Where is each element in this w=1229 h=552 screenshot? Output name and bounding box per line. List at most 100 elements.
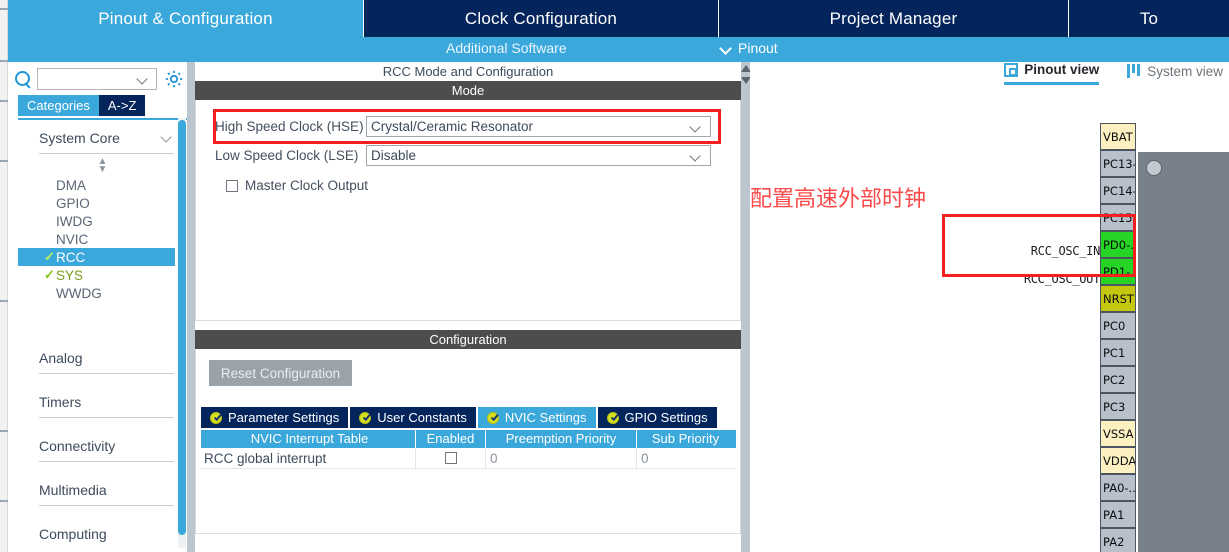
tab-parameter-settings[interactable]: Parameter Settings bbox=[201, 407, 351, 428]
sidebar-item-label: GPIO bbox=[56, 195, 90, 211]
group-computing[interactable]: Computing bbox=[39, 526, 174, 548]
tab-label: Pinout & Configuration bbox=[98, 8, 273, 28]
master-clock-output-row[interactable]: Master Clock Output bbox=[226, 178, 368, 193]
hse-label: High Speed Clock (HSE) bbox=[215, 119, 364, 134]
cell-preemption-priority[interactable]: 0 bbox=[486, 448, 637, 468]
pin-vdda[interactable]: VDDA bbox=[1100, 447, 1136, 474]
reset-configuration-button[interactable]: Reset Configuration bbox=[209, 360, 352, 386]
lse-label: Low Speed Clock (LSE) bbox=[215, 148, 359, 163]
pinout-dropdown[interactable]: Pinout bbox=[720, 40, 778, 56]
group-connectivity[interactable]: Connectivity bbox=[39, 438, 174, 462]
master-clock-output-checkbox[interactable] bbox=[226, 179, 238, 192]
pin-pc1[interactable]: PC1 bbox=[1100, 339, 1136, 366]
pinout-panel: Pinout view System view 配置高速外部时钟 RCC_OSC… bbox=[750, 62, 1229, 552]
pin-nrst[interactable]: NRST bbox=[1100, 285, 1136, 312]
tab-user-constants[interactable]: User Constants bbox=[350, 407, 478, 428]
additional-software-link[interactable]: Additional Software bbox=[446, 40, 567, 56]
gear-icon[interactable] bbox=[165, 70, 183, 88]
scrollbar-thumb[interactable] bbox=[178, 120, 186, 535]
pin-pc2[interactable]: PC2 bbox=[1100, 366, 1136, 393]
tab-categories[interactable]: Categories bbox=[18, 95, 99, 116]
sidebar-item-nvic[interactable]: NVIC bbox=[18, 230, 187, 248]
group-multimedia-label: Multimedia bbox=[39, 482, 107, 498]
tab-gpio-settings[interactable]: GPIO Settings bbox=[597, 407, 717, 428]
sidebar-item-label: NVIC bbox=[56, 231, 89, 247]
sidebar-mode-tabs: Categories A->Z bbox=[18, 95, 146, 116]
enabled-checkbox[interactable] bbox=[444, 452, 457, 464]
secondary-bar: Additional Software Pinout bbox=[8, 37, 1229, 62]
search-input[interactable] bbox=[37, 68, 157, 90]
tab-label: Clock Configuration bbox=[464, 8, 618, 28]
tab-categories-label: Categories bbox=[27, 98, 90, 113]
sidebar-item-gpio[interactable]: GPIO bbox=[18, 194, 187, 212]
chevron-down-icon[interactable] bbox=[138, 75, 148, 85]
column-header-sub-priority: Sub Priority bbox=[651, 431, 720, 446]
pin-pa1[interactable]: PA1 bbox=[1100, 501, 1136, 528]
tab-tools[interactable]: To bbox=[1068, 0, 1229, 37]
pin1-marker-icon bbox=[1146, 160, 1162, 176]
check-circle-icon bbox=[210, 411, 222, 424]
panel-title: RCC Mode and Configuration bbox=[195, 62, 741, 81]
scroll-up-indicator[interactable]: ▲ ▼ bbox=[18, 157, 187, 175]
pin-pc3[interactable]: PC3 bbox=[1100, 393, 1136, 420]
sidebar-item-sys[interactable]: ✓ SYS bbox=[18, 266, 187, 284]
pin-pc0[interactable]: PC0 bbox=[1100, 312, 1136, 339]
sidebar-item-rcc[interactable]: ✓ RCC bbox=[18, 248, 175, 266]
splitter-collapse-arrows[interactable] bbox=[741, 62, 751, 94]
configuration-tabs: Parameter Settings User Constants NVIC S… bbox=[201, 407, 717, 428]
sidebar-item-label: RCC bbox=[56, 249, 86, 265]
pin-pc14[interactable]: PC14-.. bbox=[1100, 177, 1136, 204]
hse-select[interactable]: Crystal/Ceramic Resonator bbox=[366, 116, 711, 137]
component-sidebar: Categories A->Z System Core ▲ ▼ DMA GPIO … bbox=[9, 62, 187, 552]
sidebar-item-label: DMA bbox=[56, 177, 86, 193]
tab-project-manager[interactable]: Project Manager bbox=[718, 0, 1068, 37]
pin-pc13[interactable]: PC13-.. bbox=[1100, 150, 1136, 177]
tab-a-to-z[interactable]: A->Z bbox=[98, 95, 146, 116]
group-analog[interactable]: Analog bbox=[39, 350, 174, 374]
component-tree: System Core ▲ ▼ DMA GPIO IWDG NVIC ✓ RCC … bbox=[18, 118, 187, 548]
tab-pinout-configuration[interactable]: Pinout & Configuration bbox=[8, 0, 363, 37]
pin-vbat[interactable]: VBAT bbox=[1100, 123, 1136, 150]
group-multimedia[interactable]: Multimedia bbox=[39, 482, 174, 506]
lse-row: Low Speed Clock (LSE) Disable bbox=[215, 145, 711, 166]
table-row[interactable]: RCC global interrupt 0 0 bbox=[201, 448, 736, 469]
sidebar-item-label: IWDG bbox=[56, 213, 93, 229]
sidebar-scrollbar[interactable] bbox=[178, 118, 186, 548]
tab-label: System view bbox=[1147, 63, 1223, 79]
sidebar-item-wwdg[interactable]: WWDG bbox=[18, 284, 187, 302]
lse-select[interactable]: Disable bbox=[366, 145, 711, 166]
tab-label: User Constants bbox=[377, 410, 467, 425]
group-timers[interactable]: Timers bbox=[39, 394, 174, 418]
tab-clock-configuration[interactable]: Clock Configuration bbox=[363, 0, 718, 37]
check-circle-icon bbox=[359, 411, 372, 424]
tab-label: Pinout view bbox=[1024, 62, 1100, 77]
pin-pa2[interactable]: PA2 bbox=[1100, 528, 1136, 552]
left-splitter[interactable] bbox=[187, 62, 195, 552]
rcc-configuration-panel: RCC Mode and Configuration Mode High Spe… bbox=[195, 62, 741, 552]
pin-pa0[interactable]: PA0-.. bbox=[1100, 474, 1136, 501]
pin-vssa[interactable]: VSSA bbox=[1100, 420, 1136, 447]
cell-sub-priority[interactable]: 0 bbox=[637, 448, 734, 468]
tab-nvic-settings[interactable]: NVIC Settings bbox=[477, 407, 598, 428]
mode-section-body: High Speed Clock (HSE) Crystal/Ceramic R… bbox=[195, 100, 741, 321]
section-gap bbox=[195, 321, 741, 330]
sidebar-item-label: SYS bbox=[56, 267, 84, 283]
tab-pinout-view[interactable]: Pinout view bbox=[1004, 62, 1100, 85]
group-system-core[interactable]: System Core bbox=[39, 130, 174, 154]
nvic-interrupt-table: NVIC Interrupt Table Enabled Preemption … bbox=[201, 430, 736, 469]
group-timers-label: Timers bbox=[39, 394, 82, 410]
sidebar-item-dma[interactable]: DMA bbox=[18, 176, 187, 194]
cell-enabled[interactable] bbox=[416, 448, 486, 468]
sidebar-item-iwdg[interactable]: IWDG bbox=[18, 212, 187, 230]
search-icon bbox=[15, 70, 32, 88]
tab-system-view[interactable]: System view bbox=[1127, 62, 1223, 85]
pin-column: VBAT PC13-.. PC14-.. PC15-.. PD0-.. PD1-… bbox=[1100, 123, 1136, 552]
master-clock-output-label: Master Clock Output bbox=[245, 178, 369, 193]
chevron-down-icon bbox=[691, 152, 701, 162]
right-splitter[interactable] bbox=[741, 62, 750, 552]
chevron-down-icon bbox=[691, 123, 701, 133]
check-circle-icon bbox=[606, 411, 619, 424]
pinout-label: Pinout bbox=[738, 40, 778, 56]
table-header-row: NVIC Interrupt Table Enabled Preemption … bbox=[201, 430, 736, 448]
hse-value: Crystal/Ceramic Resonator bbox=[371, 119, 534, 134]
